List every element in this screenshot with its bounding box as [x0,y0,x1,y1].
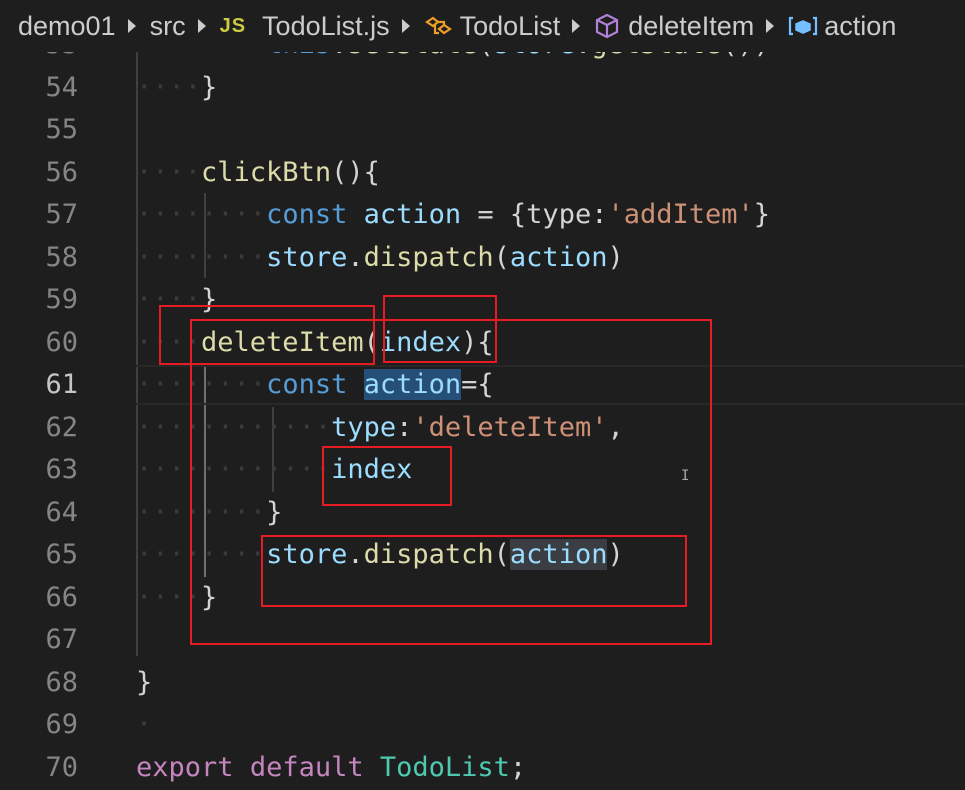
annotation-box-index-property [322,446,452,506]
line-number: 61 [45,369,78,400]
breadcrumb-item-folder[interactable]: src [150,11,186,42]
code-line[interactable]: 57 ········const action = {type:'addItem… [0,194,965,237]
code-line[interactable]: 54 ····} [0,67,965,110]
chevron-right-icon [766,19,775,33]
chevron-right-icon [572,19,581,33]
line-code: · [136,709,153,740]
line-number: 56 [45,157,78,188]
chevron-right-icon [127,19,136,33]
line-code: ········store.dispatch(action) [136,242,624,273]
line-number: 69 [45,709,78,740]
line-code: ········const action = {type:'addItem'} [136,199,771,230]
line-number: 58 [45,242,78,273]
chevron-right-icon [197,19,206,33]
line-code: ····clickBtn(){ [136,157,380,188]
line-number: 57 [45,199,78,230]
line-number: 66 [45,582,78,613]
class-icon [424,16,452,35]
line-number: 60 [45,327,78,358]
line-number: 64 [45,497,78,528]
breadcrumb-label: TodoList [459,10,561,41]
breadcrumb-item-file[interactable]: JS TodoList.js [220,11,390,42]
line-number: 63 [45,454,78,485]
line-number: 68 [45,667,78,698]
breadcrumb-label: action [824,10,897,41]
line-code: export default TodoList; [136,752,527,783]
line-number: 59 [45,284,78,315]
breadcrumb-label: TodoList.js [262,10,390,41]
code-line[interactable]: 55 [0,109,965,152]
breadcrumb: demo01 src JS TodoList.js TodoList delet… [0,0,965,52]
line-number: 54 [45,72,78,103]
breadcrumb-label: demo01 [18,10,116,41]
breadcrumb-label: src [149,10,186,41]
breadcrumb-item-class[interactable]: TodoList [424,10,561,42]
breadcrumb-item-folder[interactable]: demo01 [18,11,116,42]
js-file-icon: JS [219,14,247,37]
code-line[interactable]: 69 · [0,704,965,747]
chevron-right-icon [401,19,410,33]
variable-icon [789,16,818,36]
breadcrumb-item-method[interactable]: deleteItem [594,11,754,42]
breadcrumb-label: deleteItem [628,10,755,41]
breadcrumb-item-variable[interactable]: action [788,11,896,42]
line-number: 67 [45,624,78,655]
code-line[interactable]: 56 ····clickBtn(){ [0,152,965,195]
method-cube-icon [596,13,619,39]
line-number: 65 [45,539,78,570]
line-code: ····} [136,72,218,103]
line-number: 70 [45,752,78,783]
line-code: } [136,667,153,698]
line-number: 55 [45,114,78,145]
code-line[interactable]: 68 } [0,662,965,705]
line-number: 62 [45,412,78,443]
code-line[interactable]: 58 ········store.dispatch(action) [0,237,965,280]
code-line[interactable]: 70 export default TodoList; [0,747,965,790]
annotation-box-dispatch [261,535,687,607]
